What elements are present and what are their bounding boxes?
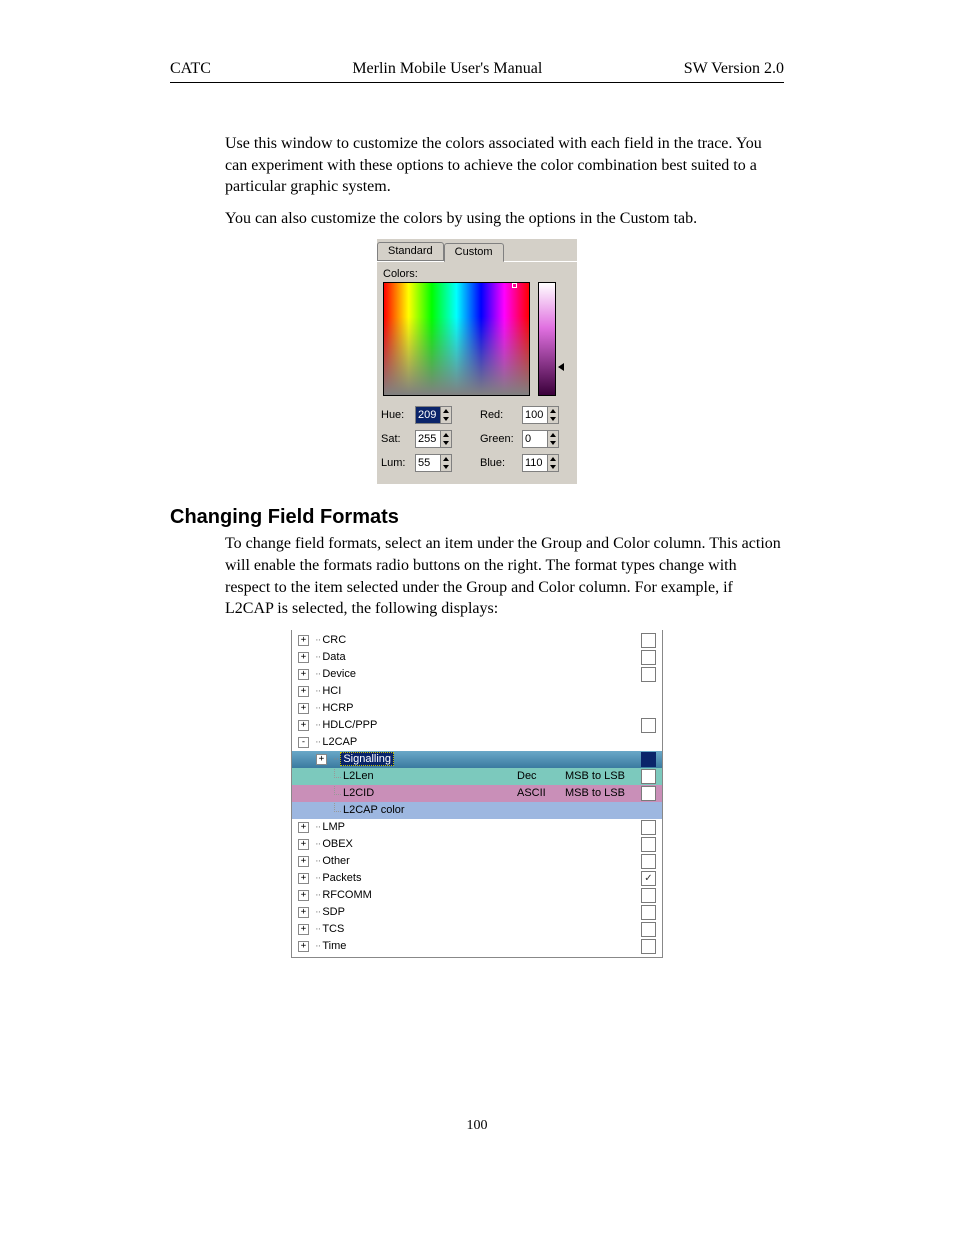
expand-icon[interactable]: + (298, 686, 309, 697)
header-right: SW Version 2.0 (684, 60, 784, 78)
hue-saturation-field[interactable] (383, 282, 530, 396)
tab-custom[interactable]: Custom (444, 243, 504, 262)
tree-item-obex[interactable]: +·· OBEX (292, 836, 662, 853)
blue-label: Blue: (480, 457, 522, 469)
sat-spinner[interactable] (440, 431, 451, 447)
expand-icon[interactable]: + (298, 873, 309, 884)
checkbox[interactable] (641, 820, 656, 835)
field-format-tree: + ·· CRC +·· Data +·· Device +·· HCI +··… (291, 630, 663, 958)
expand-icon[interactable]: + (298, 890, 309, 901)
green-input[interactable]: 0 (522, 430, 559, 448)
section-heading-changing-field-formats: Changing Field Formats (170, 506, 784, 529)
expand-icon[interactable]: + (298, 822, 309, 833)
expand-icon[interactable]: + (298, 703, 309, 714)
hue-label: Hue: (381, 409, 415, 421)
tree-item-time[interactable]: +·· Time (292, 938, 662, 955)
expand-icon[interactable]: + (298, 907, 309, 918)
checkbox-checked[interactable]: ✓ (641, 871, 656, 886)
checkbox[interactable] (641, 837, 656, 852)
tree-item-l2cap-color[interactable]: L2CAP color (292, 802, 662, 819)
checkbox[interactable] (641, 888, 656, 903)
red-input[interactable]: 100 (522, 406, 559, 424)
tree-item-l2cid[interactable]: L2CID ASCII MSB to LSB (292, 785, 662, 802)
page-header: CATC Merlin Mobile User's Manual SW Vers… (170, 60, 784, 83)
green-label: Green: (480, 433, 522, 445)
luminance-strip[interactable] (538, 282, 556, 396)
collapse-icon[interactable]: - (298, 737, 309, 748)
blue-spinner[interactable] (547, 455, 558, 471)
intro-paragraph-2: You can also customize the colors by usi… (225, 208, 784, 230)
hue-spinner[interactable] (440, 407, 451, 423)
page-number: 100 (170, 1118, 784, 1134)
tree-item-l2cap[interactable]: -·· L2CAP (292, 734, 662, 751)
expand-icon[interactable]: + (298, 839, 309, 850)
checkbox[interactable] (641, 854, 656, 869)
expand-icon[interactable]: + (298, 720, 309, 731)
lum-input[interactable]: 55 (415, 454, 452, 472)
tree-item-packets[interactable]: +·· Packets ✓ (292, 870, 662, 887)
tree-item-tcs[interactable]: +·· TCS (292, 921, 662, 938)
bitorder-value: MSB to LSB (565, 770, 637, 782)
checkbox[interactable] (641, 633, 656, 648)
bitorder-value: MSB to LSB (565, 787, 637, 799)
format-value: Dec (517, 770, 565, 782)
expand-icon[interactable]: + (298, 652, 309, 663)
tree-item-lmp[interactable]: +·· LMP (292, 819, 662, 836)
expand-icon[interactable]: + (298, 856, 309, 867)
expand-icon[interactable]: + (298, 924, 309, 935)
checkbox[interactable] (641, 650, 656, 665)
luminance-arrow-icon[interactable] (558, 363, 564, 371)
expand-icon[interactable]: + (298, 669, 309, 680)
tree-item-device[interactable]: +·· Device (292, 666, 662, 683)
checkbox[interactable] (641, 922, 656, 937)
color-picker-panel: Standard Custom Colors: Hue: 209 (377, 239, 577, 484)
lum-label: Lum: (381, 457, 415, 469)
colors-label: Colors: (383, 268, 577, 280)
tree-item-crc[interactable]: + ·· CRC (292, 632, 662, 649)
sat-label: Sat: (381, 433, 415, 445)
tree-item-hci[interactable]: +·· HCI (292, 683, 662, 700)
expand-icon[interactable]: + (298, 635, 309, 646)
header-left: CATC (170, 60, 211, 78)
checkbox[interactable] (641, 939, 656, 954)
red-spinner[interactable] (547, 407, 558, 423)
tree-item-sdp[interactable]: +·· SDP (292, 904, 662, 921)
checkbox[interactable] (641, 718, 656, 733)
green-spinner[interactable] (547, 431, 558, 447)
tab-standard[interactable]: Standard (377, 242, 444, 261)
checkbox[interactable] (641, 667, 656, 682)
header-center: Merlin Mobile User's Manual (352, 60, 542, 78)
checkbox[interactable] (641, 769, 656, 784)
sat-input[interactable]: 255 (415, 430, 452, 448)
tree-item-other[interactable]: +·· Other (292, 853, 662, 870)
tree-item-l2len[interactable]: L2Len Dec MSB to LSB (292, 768, 662, 785)
formats-paragraph: To change field formats, select an item … (225, 533, 784, 619)
hue-input[interactable]: 209 (415, 406, 452, 424)
checkbox[interactable] (641, 752, 656, 767)
tree-item-data[interactable]: +·· Data (292, 649, 662, 666)
tree-item-hcrp[interactable]: +·· HCRP (292, 700, 662, 717)
red-label: Red: (480, 409, 522, 421)
lum-spinner[interactable] (440, 455, 451, 471)
blue-input[interactable]: 110 (522, 454, 559, 472)
checkbox[interactable] (641, 786, 656, 801)
hue-crosshair[interactable] (512, 283, 517, 288)
tree-item-signalling[interactable]: +·· Signalling (292, 751, 662, 768)
expand-icon[interactable]: + (298, 941, 309, 952)
format-value: ASCII (517, 787, 565, 799)
tree-item-hdlc-ppp[interactable]: +·· HDLC/PPP (292, 717, 662, 734)
intro-paragraph-1: Use this window to customize the colors … (225, 133, 784, 198)
expand-icon[interactable]: + (316, 754, 327, 765)
checkbox[interactable] (641, 905, 656, 920)
tree-item-rfcomm[interactable]: +·· RFCOMM (292, 887, 662, 904)
